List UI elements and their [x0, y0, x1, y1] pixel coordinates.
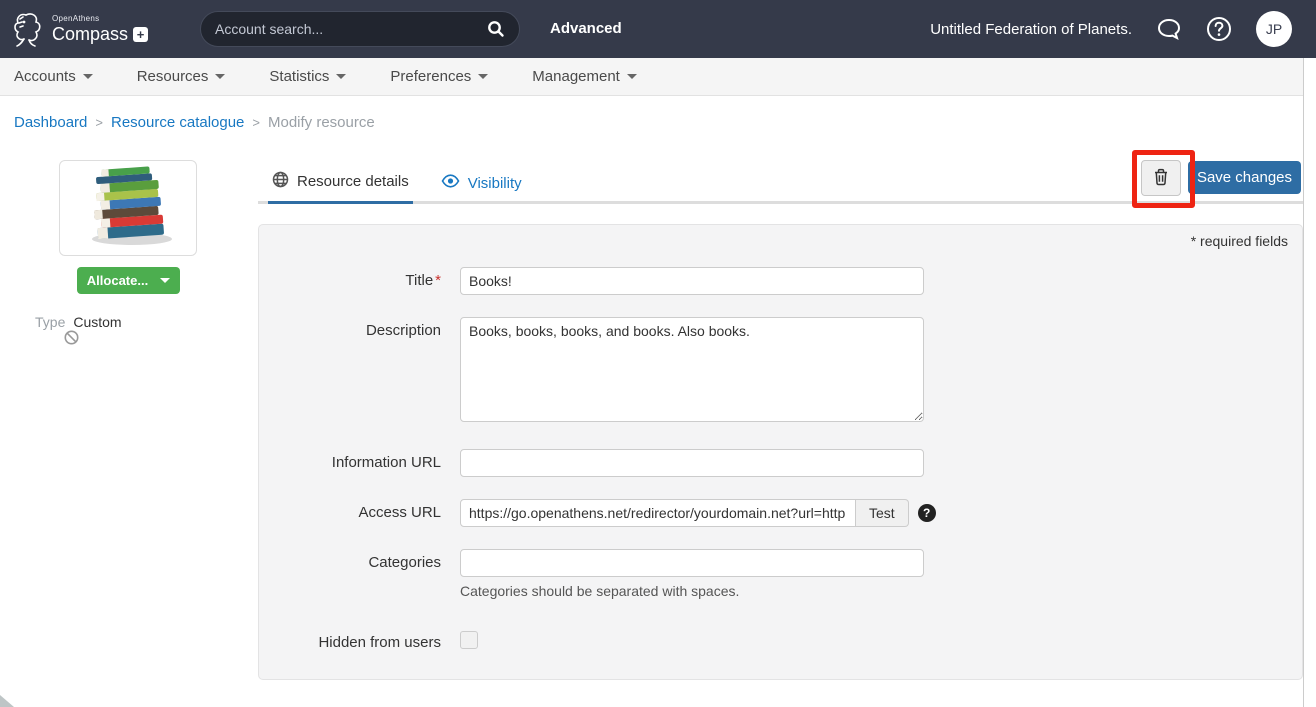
- eye-icon: [441, 174, 460, 192]
- nav-accounts[interactable]: Accounts: [14, 68, 93, 85]
- scrollbar-track[interactable]: [1303, 58, 1316, 707]
- hidden-from-users-label: Hidden from users: [259, 629, 441, 654]
- chevron-down-icon: [160, 278, 170, 283]
- breadcrumb-dashboard[interactable]: Dashboard: [14, 114, 87, 131]
- access-url-label: Access URL: [259, 499, 441, 527]
- access-url-help-icon[interactable]: ?: [918, 504, 936, 522]
- categories-input[interactable]: [460, 549, 924, 577]
- main-nav: Accounts Resources Statistics Preference…: [0, 58, 1303, 96]
- hidden-from-users-checkbox[interactable]: [460, 631, 478, 649]
- allocate-button[interactable]: Allocate...: [77, 267, 180, 294]
- brand-name-large: Compass: [52, 25, 128, 43]
- organisation-name: Untitled Federation of Planets.: [930, 21, 1132, 38]
- trash-icon: [1153, 168, 1169, 189]
- description-textarea[interactable]: Books, books, books, and books. Also boo…: [460, 317, 924, 422]
- description-label: Description: [259, 317, 441, 427]
- plus-badge-icon: +: [133, 27, 148, 42]
- delete-resource-button[interactable]: [1141, 160, 1181, 196]
- prohibition-icon: [64, 330, 79, 350]
- chat-icon[interactable]: [1156, 17, 1182, 41]
- chevron-down-icon: [215, 74, 225, 79]
- title-input[interactable]: [460, 267, 924, 295]
- tab-visibility[interactable]: Visibility: [437, 166, 526, 204]
- openathens-logo-mark: [12, 9, 46, 49]
- breadcrumb-resource-catalogue[interactable]: Resource catalogue: [111, 114, 244, 131]
- title-label: Title*: [259, 267, 441, 295]
- type-label: Type: [35, 314, 65, 330]
- required-asterisk: *: [435, 272, 441, 289]
- tab-resource-details[interactable]: Resource details: [268, 166, 413, 204]
- nav-preferences[interactable]: Preferences: [390, 68, 488, 85]
- user-avatar[interactable]: JP: [1256, 11, 1292, 47]
- resource-details-panel: * required fields Title* Description Boo…: [258, 224, 1303, 680]
- nav-management[interactable]: Management: [532, 68, 637, 85]
- help-icon[interactable]: [1206, 16, 1232, 42]
- search-input[interactable]: [215, 21, 487, 37]
- nav-resources[interactable]: Resources: [137, 68, 226, 85]
- breadcrumb-separator: >: [95, 115, 103, 130]
- chevron-down-icon: [336, 74, 346, 79]
- brand-name-small: OpenAthens: [52, 15, 148, 23]
- breadcrumb-current: Modify resource: [268, 114, 375, 131]
- resource-type-row: Type Custom: [35, 314, 122, 330]
- breadcrumb: Dashboard > Resource catalogue > Modify …: [14, 114, 375, 131]
- top-bar: OpenAthens Compass + Advanced Untitled F…: [0, 0, 1316, 58]
- chevron-down-icon: [627, 74, 637, 79]
- information-url-label: Information URL: [259, 449, 441, 477]
- information-url-row: Information URL: [259, 449, 1288, 477]
- save-changes-button[interactable]: Save changes: [1188, 161, 1301, 194]
- search-icon[interactable]: [487, 20, 505, 38]
- account-search-box[interactable]: [200, 11, 520, 47]
- title-row: Title*: [259, 267, 1288, 295]
- categories-hint: Categories should be separated with spac…: [460, 583, 924, 599]
- information-url-input[interactable]: [460, 449, 924, 477]
- hidden-from-users-row: Hidden from users: [259, 629, 1288, 654]
- type-value: Custom: [73, 314, 121, 330]
- advanced-search-link[interactable]: Advanced: [550, 20, 622, 37]
- categories-label: Categories: [259, 549, 441, 599]
- nav-statistics[interactable]: Statistics: [269, 68, 346, 85]
- chevron-down-icon: [478, 74, 488, 79]
- page-corner-artifact: [0, 695, 14, 707]
- breadcrumb-separator: >: [252, 115, 260, 130]
- required-fields-note: * required fields: [259, 233, 1288, 249]
- resource-thumbnail-card: [59, 160, 197, 256]
- brand-logo[interactable]: OpenAthens Compass +: [12, 9, 148, 49]
- test-url-button[interactable]: Test: [856, 499, 909, 527]
- chevron-down-icon: [83, 74, 93, 79]
- books-image: [74, 166, 182, 251]
- globe-icon: [272, 171, 289, 192]
- categories-row: Categories Categories should be separate…: [259, 549, 1288, 599]
- access-url-row: Access URL Test ?: [259, 499, 1288, 527]
- access-url-input[interactable]: [460, 499, 856, 527]
- description-row: Description Books, books, books, and boo…: [259, 317, 1288, 427]
